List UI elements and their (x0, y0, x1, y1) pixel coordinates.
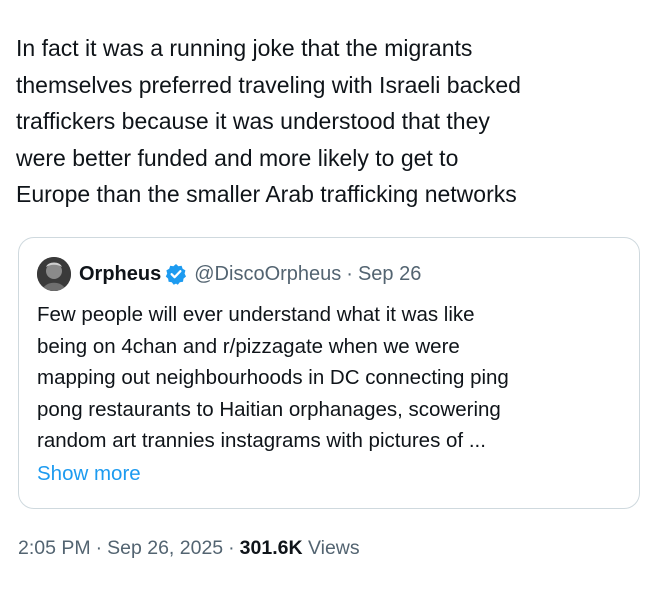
tweet-text: In fact it was a running joke that the m… (16, 35, 521, 207)
quote-date[interactable]: Sep 26 (358, 263, 421, 286)
quote-header: Orpheus @DiscoOrpheus · Sep 26 (37, 257, 421, 291)
tweet: In fact it was a running joke that the m… (16, 30, 646, 213)
quote-author-handle[interactable]: @DiscoOrpheus (194, 263, 341, 286)
quote-author-name[interactable]: Orpheus (79, 263, 161, 286)
tweet-time[interactable]: 2:05 PM (18, 537, 91, 559)
views-count: 301.6K (239, 537, 303, 559)
avatar[interactable] (37, 257, 71, 291)
separator-dot: · (346, 262, 353, 285)
show-more-link[interactable]: Show more (37, 458, 141, 490)
separator-dot: · (95, 537, 103, 559)
tweet-date[interactable]: Sep 26, 2025 (107, 537, 223, 559)
separator-dot: · (228, 537, 235, 559)
tweet-meta: 2:05 PM · Sep 26, 2025 · 301.6K Views (18, 537, 360, 560)
quote-text: Few people will ever understand what it … (37, 303, 509, 453)
verified-badge-icon (165, 263, 187, 285)
views-label: Views (307, 537, 360, 559)
quote-tweet-card[interactable]: Orpheus @DiscoOrpheus · Sep 26 Few peopl… (18, 237, 640, 509)
